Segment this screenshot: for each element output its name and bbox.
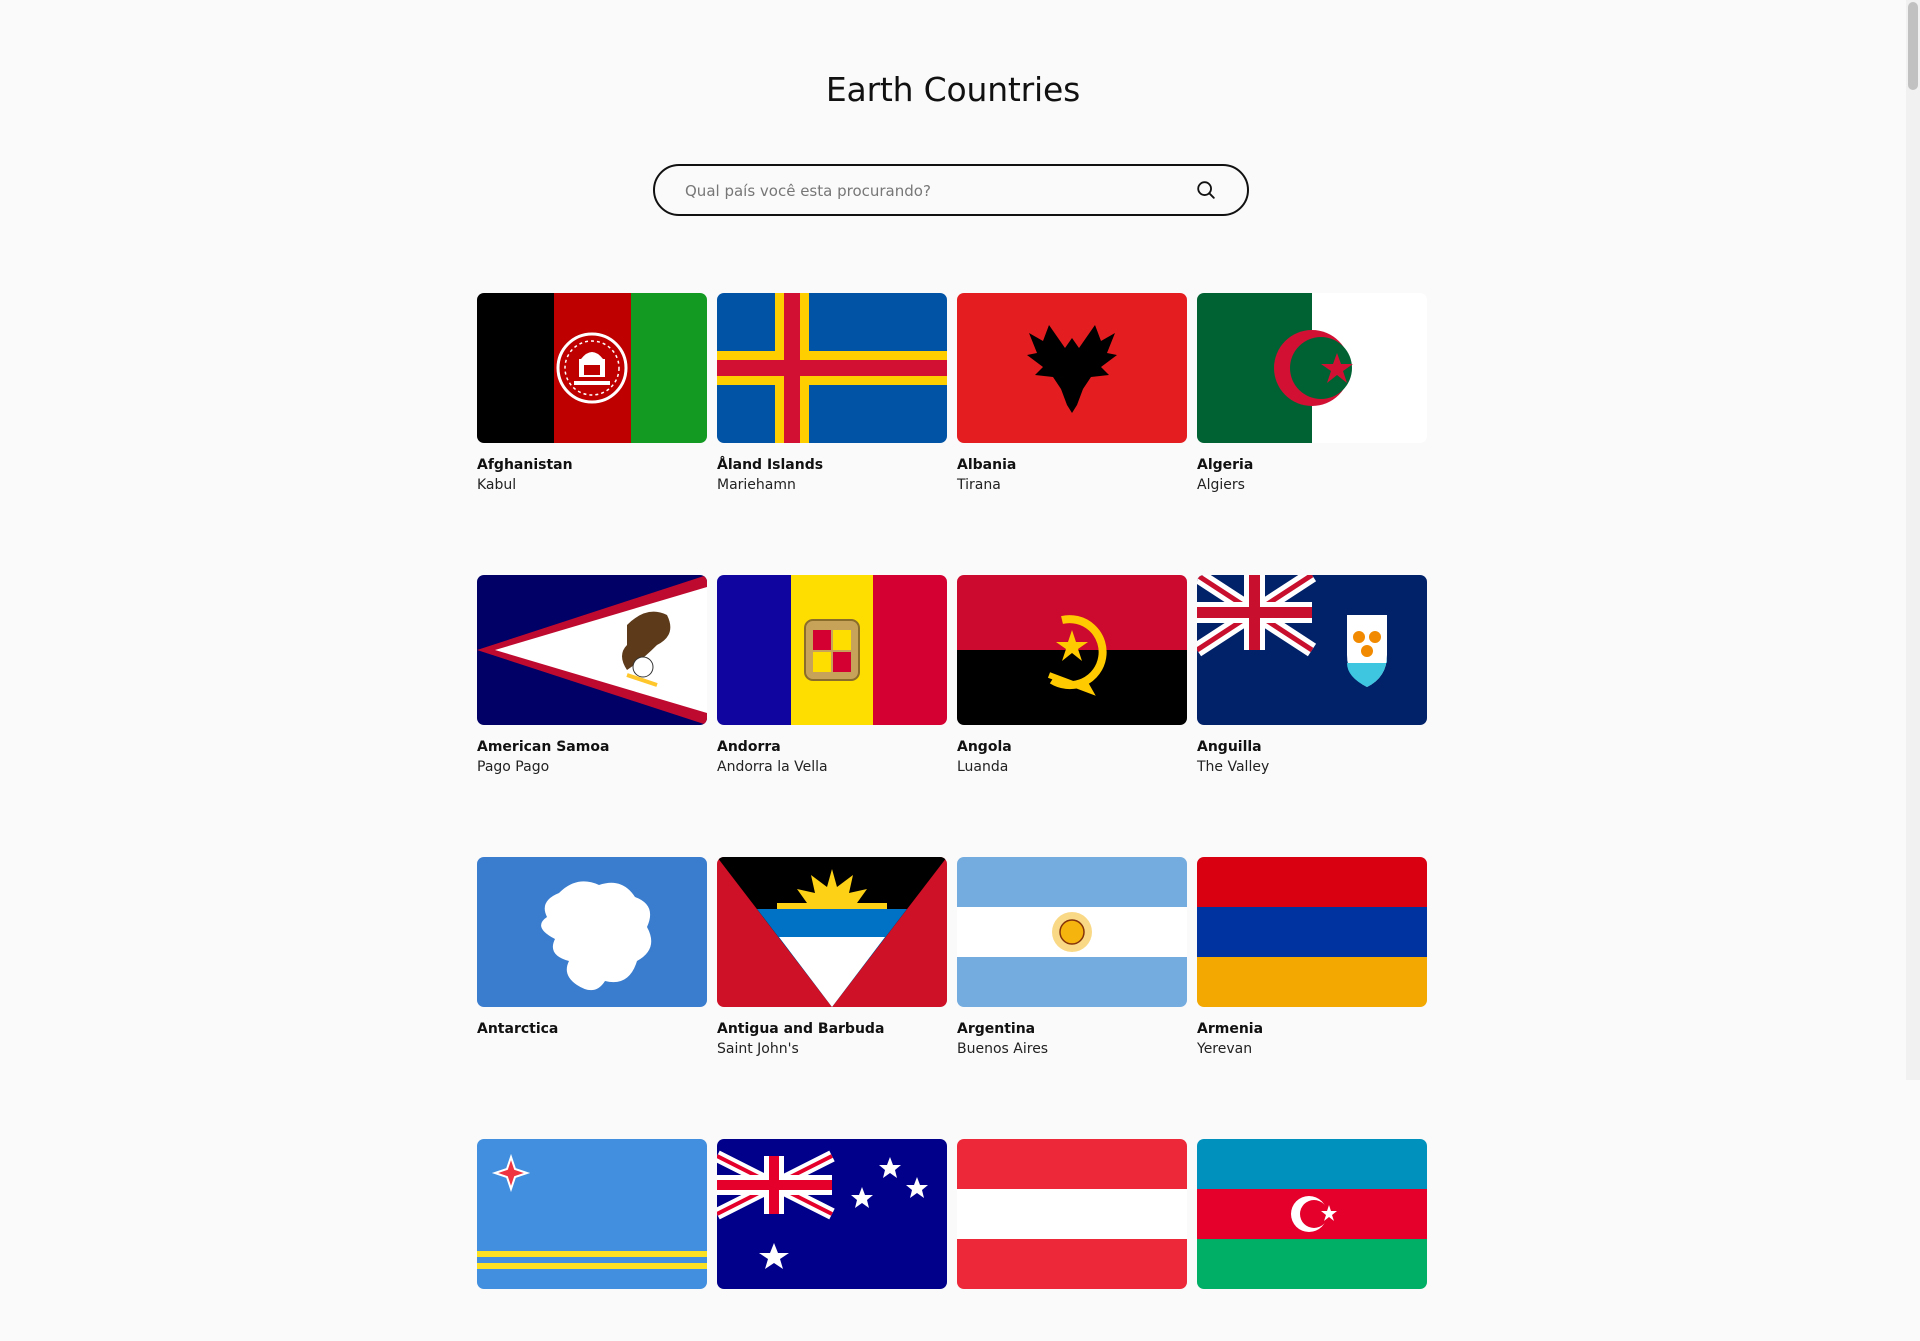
page-title: Earth Countries [825,70,1081,109]
country-card[interactable]: Armenia Yerevan [1197,857,1427,1059]
country-name: Albania [957,457,1017,473]
country-capital: Kabul [477,477,517,493]
country-card[interactable]: Algeria Algiers [1197,293,1427,495]
country-name [1197,1301,1427,1321]
algeria-flag-icon [1197,293,1427,443]
angola-flag-icon [957,575,1187,725]
country-capital: Tirana [957,477,1001,493]
country-card[interactable] [717,1139,947,1341]
country-card[interactable]: Antigua and Barbuda Saint John's [717,857,947,1059]
country-capital [1197,1321,1427,1341]
country-name [957,1301,1187,1321]
country-card[interactable]: Andorra Andorra la Vella [717,575,947,777]
country-name: Anguilla [1197,739,1262,755]
country-name: Afghanistan [477,457,573,473]
country-card[interactable]: Åland Islands Mariehamn [717,293,947,495]
country-capital: Buenos Aires [957,1041,1049,1057]
country-capital: The Valley [1197,759,1270,775]
country-name: Antarctica [477,1021,559,1037]
anguilla-flag-icon [1197,575,1427,725]
australia-flag-icon [717,1139,947,1289]
country-name: Angola [957,739,1012,755]
country-capital: Saint John's [717,1041,799,1057]
country-name: Andorra [717,739,781,755]
country-name: Algeria [1197,457,1254,473]
country-card[interactable]: Afghanistan Kabul [477,293,707,495]
country-capital [957,1321,1187,1341]
country-name: Antigua and Barbuda [717,1021,885,1037]
country-card[interactable]: Angola Luanda [957,575,1187,777]
country-name: Armenia [1197,1021,1264,1037]
andorra-flag-icon [717,575,947,725]
country-capital: Luanda [957,759,1009,775]
country-capital: Mariehamn [717,477,796,493]
american-samoa-flag-icon [477,575,707,725]
country-card[interactable]: American Samoa Pago Pago [477,575,707,777]
country-capital: Pago Pago [477,759,550,775]
countries-grid: Afghanistan Kabul Åland Islands Marieham… [477,293,1427,1341]
scrollbar[interactable] [1906,0,1920,1080]
country-capital: Algiers [1197,477,1245,493]
country-card[interactable] [1197,1139,1427,1341]
albania-flag-icon [957,293,1187,443]
country-name [477,1301,707,1321]
country-capital: Andorra la Vella [717,759,828,775]
search-input[interactable] [683,166,1167,216]
afghanistan-flag-icon [477,293,707,443]
antarctica-flag-icon [477,857,707,1007]
country-card[interactable]: Anguilla The Valley [1197,575,1427,777]
aland-islands-flag-icon [717,293,947,443]
aruba-flag-icon [477,1139,707,1289]
country-capital [717,1321,947,1341]
country-capital [477,1321,707,1341]
search-icon[interactable] [1195,179,1217,201]
country-capital: Yerevan [1197,1041,1253,1057]
argentina-flag-icon [957,857,1187,1007]
country-card[interactable]: Albania Tirana [957,293,1187,495]
country-name: Argentina [957,1021,1036,1037]
search-bar[interactable] [653,164,1249,216]
armenia-flag-icon [1197,857,1427,1007]
country-card[interactable]: Argentina Buenos Aires [957,857,1187,1059]
azerbaijan-flag-icon [1197,1139,1427,1289]
country-card[interactable]: Antarctica [477,857,707,1059]
antigua-and-barbuda-flag-icon [717,857,947,1007]
country-card[interactable] [477,1139,707,1341]
scrollbar-thumb[interactable] [1908,2,1918,90]
country-capital [477,1039,707,1059]
austria-flag-icon [957,1139,1187,1289]
country-name: American Samoa [477,739,610,755]
country-name [717,1301,947,1321]
country-name: Åland Islands [717,457,824,473]
country-card[interactable] [957,1139,1187,1341]
